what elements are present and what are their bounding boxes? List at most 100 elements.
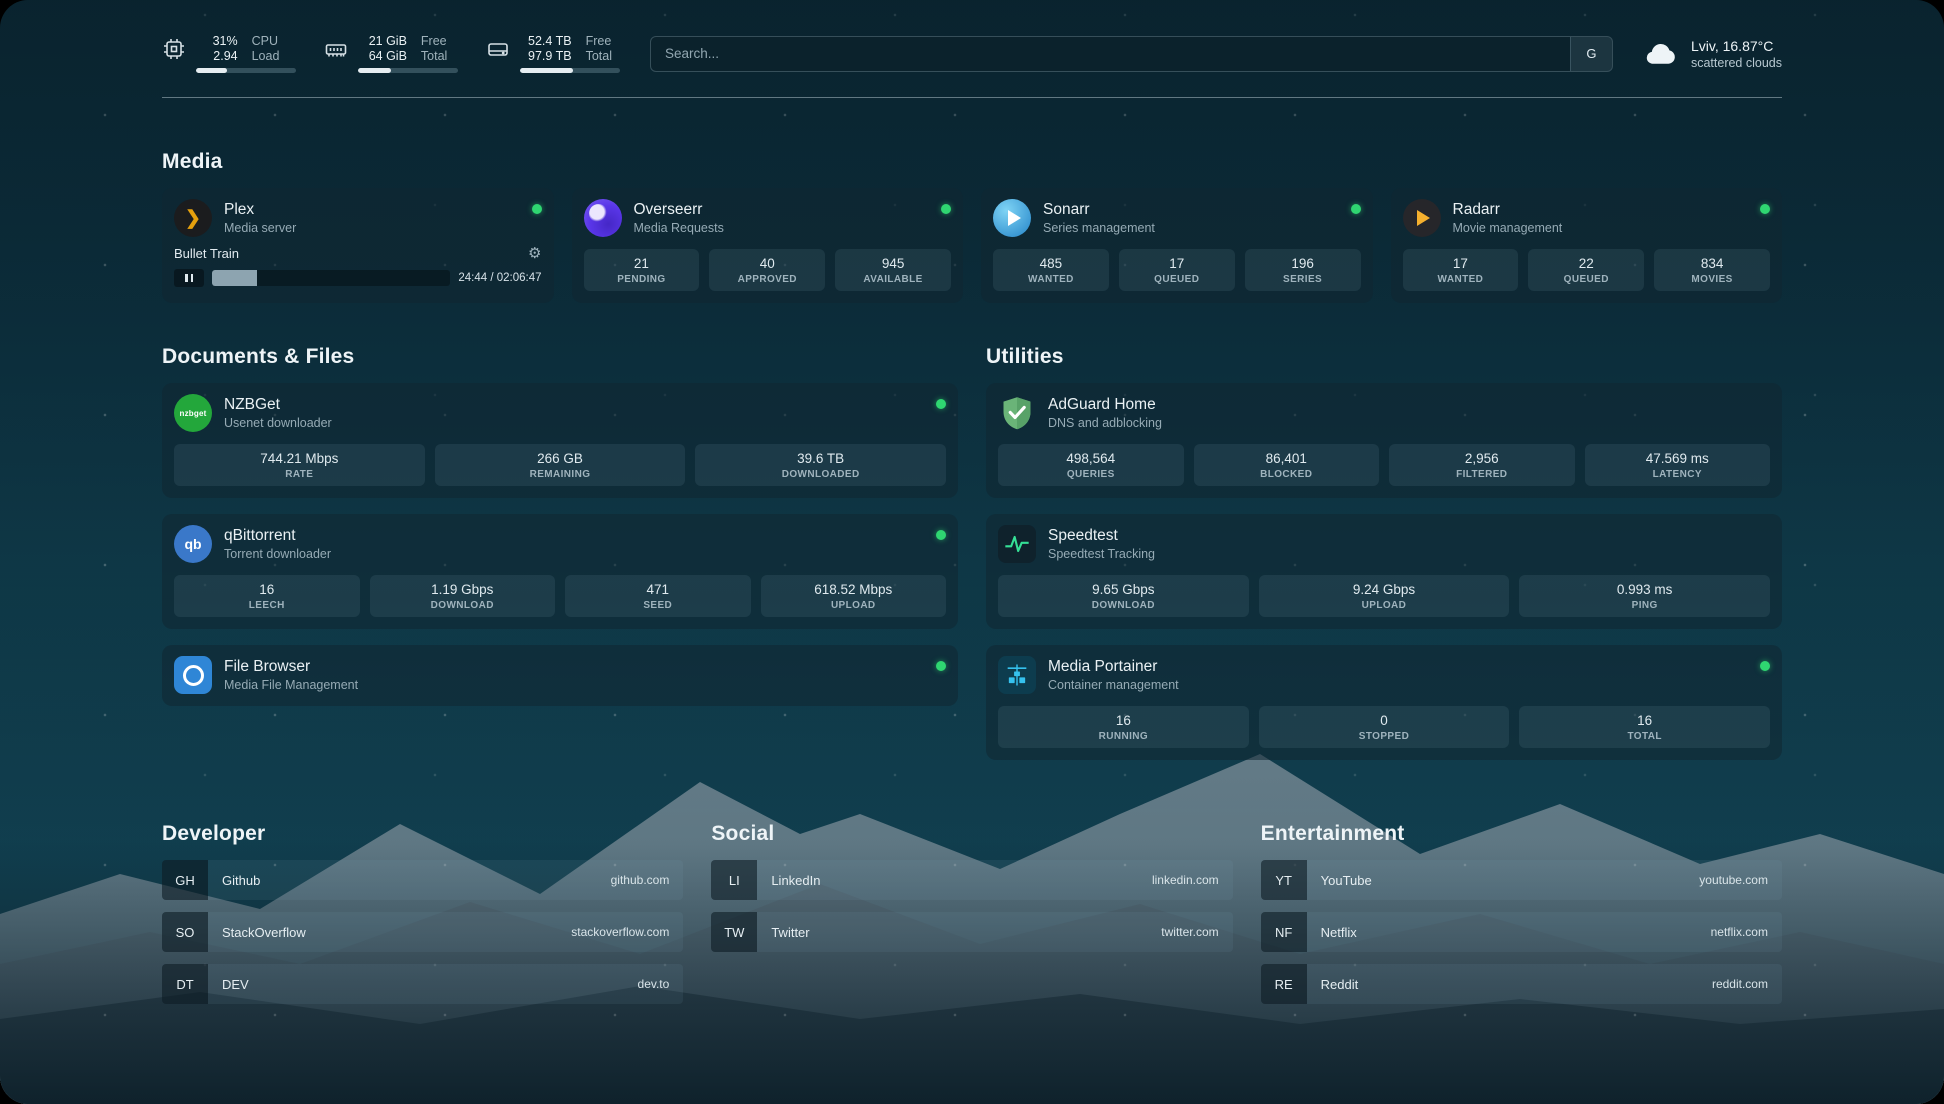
bookmark-group-developer: Developer GH Github github.com SO StackO… (162, 822, 683, 1004)
bookmark-name: Netflix (1307, 912, 1357, 952)
status-dot (936, 530, 946, 540)
service-card-filebrowser[interactable]: File Browser Media File Management (162, 645, 958, 706)
playback-progress-bar[interactable] (212, 270, 450, 286)
stat-pending: 21 PENDING (584, 249, 700, 291)
stat-leech: 16 LEECH (174, 575, 360, 617)
stat-seed: 471 SEED (565, 575, 751, 617)
bookmark-youtube[interactable]: YT YouTube youtube.com (1261, 860, 1782, 900)
stat-remaining: 266 GB REMAINING (435, 444, 686, 486)
bookmark-name: LinkedIn (757, 860, 820, 900)
bookmark-dev[interactable]: DT DEV dev.to (162, 964, 683, 1004)
service-card-portainer[interactable]: Media Portainer Container management 16 … (986, 645, 1782, 760)
service-subtitle: Media File Management (224, 678, 358, 692)
section-documents: Documents & Files nzbget NZBGet Usenet d… (162, 345, 958, 760)
top-bar: 31% CPU 2.94 Load (162, 0, 1782, 73)
service-card-nzbget[interactable]: nzbget NZBGet Usenet downloader 744.21 M… (162, 383, 958, 498)
topbar-divider (162, 97, 1782, 98)
status-dot (1760, 661, 1770, 671)
cloud-icon (1643, 36, 1679, 72)
service-subtitle: Media server (224, 221, 296, 235)
nzbget-icon: nzbget (174, 394, 212, 432)
memory-widget: 21 GiB Free 64 GiB Total (324, 34, 458, 73)
bookmark-name: Reddit (1307, 964, 1359, 1004)
bookmark-domain: youtube.com (1699, 860, 1782, 900)
bookmark-group-social: Social LI LinkedIn linkedin.com TW Twitt… (711, 822, 1232, 1004)
section-title-developer: Developer (162, 822, 683, 846)
pause-button[interactable] (174, 269, 204, 287)
bookmark-netflix[interactable]: NF Netflix netflix.com (1261, 912, 1782, 952)
service-subtitle: Media Requests (634, 221, 724, 235)
section-title-social: Social (711, 822, 1232, 846)
bookmark-abbr: RE (1261, 964, 1307, 1004)
stat-upload: 9.24 Gbps UPLOAD (1259, 575, 1510, 617)
disk-free-label: Free (586, 34, 620, 48)
service-card-speedtest[interactable]: Speedtest Speedtest Tracking 9.65 Gbps D… (986, 514, 1782, 629)
memory-icon (324, 37, 348, 61)
service-card-qbittorrent[interactable]: qb qBittorrent Torrent downloader 16 LEE… (162, 514, 958, 629)
service-name: Overseerr (634, 201, 724, 219)
memory-progress-bar (358, 68, 458, 73)
section-utilities: Utilities (986, 345, 1782, 760)
bookmark-abbr: GH (162, 860, 208, 900)
stat-download: 9.65 Gbps DOWNLOAD (998, 575, 1249, 617)
section-title-documents: Documents & Files (162, 345, 958, 369)
radarr-icon (1403, 199, 1441, 237)
service-name: Speedtest (1048, 527, 1155, 545)
stat-downloaded: 39.6 TB DOWNLOADED (695, 444, 946, 486)
stat-queued: 17 QUEUED (1119, 249, 1235, 291)
memory-total-value: 64 GiB (358, 49, 407, 63)
cpu-icon (162, 37, 186, 61)
stat-stopped: 0 STOPPED (1259, 706, 1510, 748)
disk-total-value: 97.9 TB (520, 49, 572, 63)
service-card-sonarr[interactable]: Sonarr Series management 485 WANTED 17 Q… (981, 188, 1373, 303)
section-media: Media Plex Media server Bullet Train (162, 150, 1782, 303)
stat-rate: 744.21 Mbps RATE (174, 444, 425, 486)
bookmark-abbr: LI (711, 860, 757, 900)
speedtest-icon (998, 525, 1036, 563)
disk-icon (486, 37, 510, 61)
cpu-usage-label: CPU (252, 34, 296, 48)
disk-progress-bar (520, 68, 620, 73)
stat-movies: 834 MOVIES (1654, 249, 1770, 291)
bookmark-linkedin[interactable]: LI LinkedIn linkedin.com (711, 860, 1232, 900)
bookmark-stackoverflow[interactable]: SO StackOverflow stackoverflow.com (162, 912, 683, 952)
cpu-usage-value: 31% (196, 34, 238, 48)
now-playing-title: Bullet Train (174, 246, 239, 261)
service-card-overseerr[interactable]: Overseerr Media Requests 21 PENDING 40 A… (572, 188, 964, 303)
bookmark-twitter[interactable]: TW Twitter twitter.com (711, 912, 1232, 952)
section-title-entertainment: Entertainment (1261, 822, 1782, 846)
service-name: AdGuard Home (1048, 396, 1162, 414)
service-subtitle: Series management (1043, 221, 1155, 235)
service-name: NZBGet (224, 396, 332, 414)
disk-widget: 52.4 TB Free 97.9 TB Total (486, 34, 620, 73)
bookmark-reddit[interactable]: RE Reddit reddit.com (1261, 964, 1782, 1004)
bookmark-domain: reddit.com (1712, 964, 1782, 1004)
bookmark-abbr: TW (711, 912, 757, 952)
dashboard-window: 31% CPU 2.94 Load (0, 0, 1944, 1104)
service-card-adguard[interactable]: AdGuard Home DNS and adblocking 498,564 … (986, 383, 1782, 498)
disk-free-value: 52.4 TB (520, 34, 572, 48)
bookmark-abbr: NF (1261, 912, 1307, 952)
bookmark-name: DEV (208, 964, 249, 1004)
bookmark-domain: linkedin.com (1152, 860, 1233, 900)
service-name: Sonarr (1043, 201, 1155, 219)
bookmark-domain: stackoverflow.com (571, 912, 683, 952)
stat-approved: 40 APPROVED (709, 249, 825, 291)
service-card-radarr[interactable]: Radarr Movie management 17 WANTED 22 QUE… (1391, 188, 1783, 303)
status-dot (941, 204, 951, 214)
cpu-widget: 31% CPU 2.94 Load (162, 34, 296, 73)
bookmark-name: Github (208, 860, 260, 900)
qbittorrent-icon: qb (174, 525, 212, 563)
stat-latency: 47.569 ms LATENCY (1585, 444, 1771, 486)
bookmark-github[interactable]: GH Github github.com (162, 860, 683, 900)
sonarr-icon (993, 199, 1031, 237)
bookmark-domain: twitter.com (1161, 912, 1232, 952)
bookmark-name: YouTube (1307, 860, 1372, 900)
stat-upload: 618.52 Mbps UPLOAD (761, 575, 947, 617)
search-input[interactable] (651, 37, 1570, 71)
stat-blocked: 86,401 BLOCKED (1194, 444, 1380, 486)
service-card-plex[interactable]: Plex Media server Bullet Train ⚙ 24:44 /… (162, 188, 554, 303)
gear-icon[interactable]: ⚙ (528, 246, 541, 261)
status-dot (1351, 204, 1361, 214)
search-provider-button[interactable]: G (1570, 37, 1612, 71)
